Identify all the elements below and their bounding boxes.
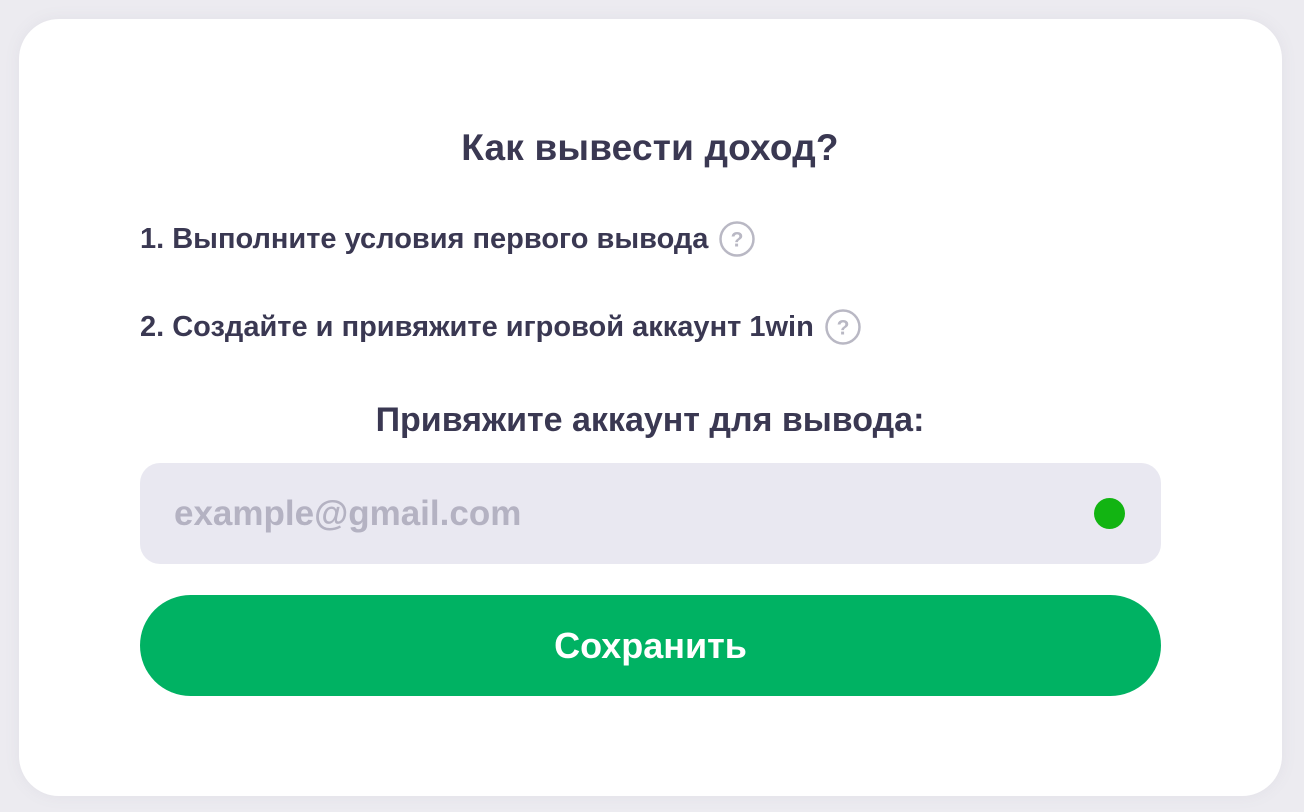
question-circle-icon[interactable]: ? [825, 309, 861, 345]
save-button[interactable]: Сохранить [140, 595, 1161, 696]
step-link-account: 2. Создайте и привяжите игровой аккаунт … [140, 307, 861, 347]
step-label: 1. Выполните условия первого вывода [140, 222, 709, 255]
status-indicator-icon [1094, 498, 1125, 529]
svg-text:?: ? [731, 229, 744, 252]
email-field-container [140, 463, 1161, 564]
email-field[interactable] [140, 463, 1080, 564]
link-account-subtitle: Привяжите аккаунт для вывода: [375, 401, 925, 439]
dialog-title: Как вывести доход? [461, 127, 839, 168]
question-circle-icon[interactable]: ? [719, 221, 756, 257]
step-first-withdrawal: 1. Выполните условия первого вывода ? [140, 219, 756, 259]
svg-text:?: ? [836, 317, 849, 340]
step-label: 2. Создайте и привяжите игровой аккаунт … [140, 310, 814, 343]
